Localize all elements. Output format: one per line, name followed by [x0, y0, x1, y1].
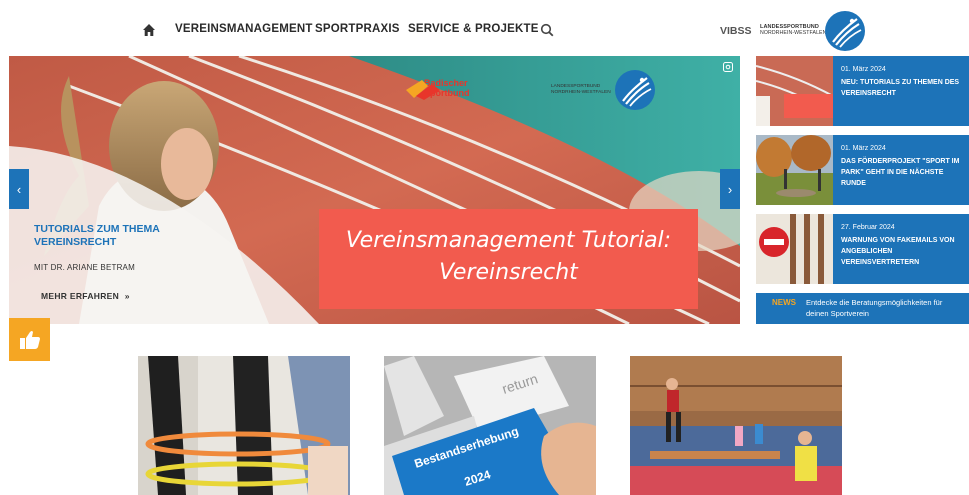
slider-prev-button[interactable]: ‹ [9, 169, 29, 209]
site-header: VEREINSMANAGEMENT SPORTPRAXIS SERVICE & … [0, 0, 969, 56]
hero-subtitle: MIT DR. ARIANE BETRAM [34, 263, 135, 272]
hero-panel-line2: Vereinsrecht [439, 260, 578, 285]
partner-logo-icon [406, 80, 440, 100]
news-title: WARNUNG VON FAKEMAILS VON ANGEBLICHEN VE… [841, 237, 955, 266]
hero-lsb-logo-icon [615, 70, 655, 110]
chevron-left-icon: ‹ [16, 181, 22, 197]
partner-logo-badischer-sportbund: Badischer Sportbund [406, 78, 470, 100]
news-title: NEU: TUTORIALS ZU THEMEN DES VEREINSRECH… [841, 79, 960, 97]
teaser-card[interactable]: return Bestandserhebung 2024 [384, 356, 596, 495]
like-button[interactable] [9, 318, 50, 361]
card-image [630, 356, 842, 495]
news-ticker-text[interactable]: Entdecke die Beratungsmöglichkeiten für … [806, 297, 966, 319]
news-item[interactable]: 01. März 2024 NEU: TUTORIALS ZU THEMEN D… [756, 56, 969, 126]
thumbs-up-icon [19, 330, 40, 349]
hero-slider[interactable]: Badischer Sportbund LANDESSPORTBUND NORD… [9, 56, 740, 324]
news-date: 01. März 2024 [841, 66, 886, 73]
hero-panel-text: Vereinsmanagement Tutorial: Vereinsrecht [319, 225, 698, 289]
news-date: 27. Februar 2024 [841, 224, 895, 231]
news-ticker-tag: NEWS [772, 298, 796, 307]
slider-next-button[interactable]: › [720, 169, 740, 209]
news-ticker[interactable]: NEWS Entdecke die Beratungsmöglichkeiten… [756, 293, 969, 324]
nav-service-projekte[interactable]: SERVICE & PROJEKTE [408, 23, 539, 35]
teaser-card[interactable] [138, 356, 350, 495]
lsb-logo-line2: NORDRHEIN-WESTFALEN [760, 30, 827, 36]
hero-more-label: MEHR ERFAHREN [41, 291, 120, 301]
news-thumbnail-image [756, 214, 833, 284]
hero-title[interactable]: TUTORIALS ZUM THEMA VEREINSRECHT [34, 223, 194, 249]
vibss-link[interactable]: VIBSS [720, 25, 752, 37]
card-image: return Bestandserhebung 2024 [384, 356, 596, 495]
hero-lsb-text: LANDESSPORTBUND NORDRHEIN-WESTFALEN [551, 84, 611, 95]
teaser-card[interactable] [630, 356, 842, 495]
hero-title-panel: Vereinsmanagement Tutorial: Vereinsrecht [319, 209, 698, 309]
double-chevron-right-icon: » [124, 291, 130, 301]
hero-more-link[interactable]: MEHR ERFAHREN » [41, 291, 130, 301]
nav-vereinsmanagement[interactable]: VEREINSMANAGEMENT [175, 23, 313, 35]
news-date: 01. März 2024 [841, 145, 886, 152]
chevron-right-icon: › [727, 181, 733, 197]
lsb-logo-text[interactable]: LANDESSPORTBUND NORDRHEIN-WESTFALEN [760, 24, 826, 36]
news-title: DAS FÖRDERPROJEKT "SPORT IM PARK" GEHT I… [841, 158, 960, 187]
nav-sportpraxis[interactable]: SPORTPRAXIS [315, 23, 400, 35]
news-thumbnail-image [756, 56, 833, 126]
card-image [138, 356, 350, 495]
news-item[interactable]: 27. Februar 2024 WARNUNG VON FAKEMAILS V… [756, 214, 969, 284]
expand-icon[interactable] [723, 62, 733, 72]
hero-panel-line1: Vereinsmanagement Tutorial: [345, 228, 672, 253]
lsb-logo-icon[interactable] [824, 10, 866, 52]
hero-lsb-line2: NORDRHEIN-WESTFALEN [551, 89, 611, 95]
news-item[interactable]: 01. März 2024 DAS FÖRDERPROJEKT "SPORT I… [756, 135, 969, 205]
search-icon[interactable] [540, 23, 554, 37]
news-thumbnail-image [756, 135, 833, 205]
home-icon[interactable] [142, 23, 156, 37]
